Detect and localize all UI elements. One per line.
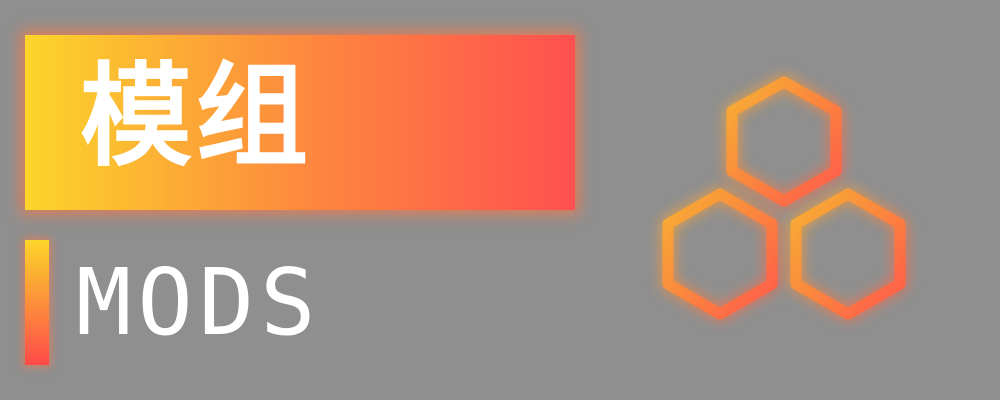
section-subtitle: MODS [76, 249, 322, 356]
hexagon-left [662, 188, 778, 320]
accent-bar [25, 240, 49, 365]
hexagon-top [726, 76, 842, 207]
hexagon-right [790, 188, 906, 320]
title-banner: 模组 [25, 35, 575, 210]
banner-title: 模组 [80, 52, 312, 182]
hexagon-cluster-icon [662, 76, 906, 320]
